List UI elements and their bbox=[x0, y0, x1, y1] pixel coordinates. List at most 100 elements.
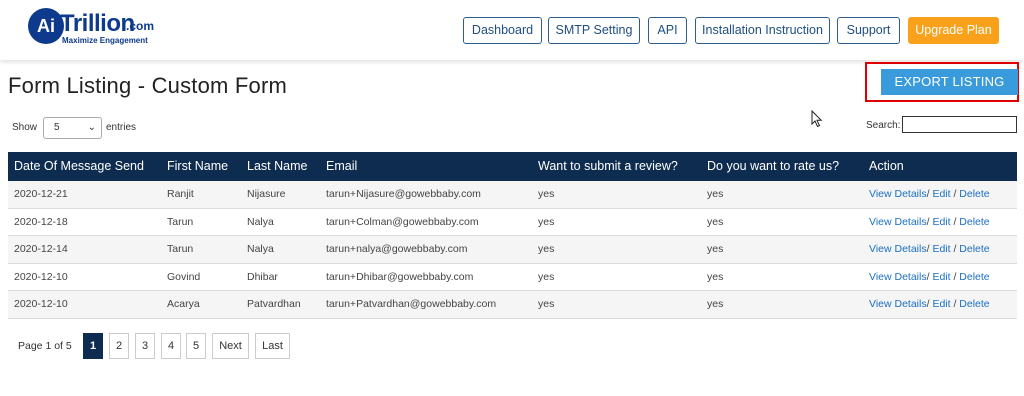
page-5-button[interactable]: 5 bbox=[186, 333, 206, 359]
column-header-date[interactable]: Date Of Message Send bbox=[14, 152, 144, 181]
cell-last-name: Nalya bbox=[247, 243, 274, 256]
cell-rate: yes bbox=[707, 298, 724, 311]
action-separator: / bbox=[926, 298, 930, 311]
table-header: Date Of Message Send First Name Last Nam… bbox=[8, 152, 1017, 181]
cell-rate: yes bbox=[707, 243, 724, 256]
view-details-link[interactable]: View Details bbox=[869, 243, 927, 255]
cell-date: 2020-12-18 bbox=[14, 215, 68, 228]
cell-email: tarun+Dhibar@gowebbaby.com bbox=[326, 270, 474, 283]
page-title: Form Listing - Custom Form bbox=[8, 73, 288, 98]
cell-review: yes bbox=[538, 243, 555, 256]
logo-ai-badge: Ai bbox=[28, 8, 64, 44]
cell-last-name: Nijasure bbox=[247, 188, 286, 200]
search-label: Search: bbox=[866, 120, 901, 131]
next-page-button[interactable]: Next bbox=[212, 333, 249, 359]
view-details-link[interactable]: View Details bbox=[869, 216, 927, 228]
table-body: 2020-12-21 Ranjit Nijasure tarun+Nijasur… bbox=[8, 181, 1017, 319]
logo-domain: .com bbox=[126, 19, 155, 33]
cell-rate: yes bbox=[707, 215, 724, 228]
cell-review: yes bbox=[538, 215, 555, 228]
edit-link[interactable]: Edit bbox=[932, 243, 950, 255]
cell-action: View Details/ Edit / Delete bbox=[869, 236, 990, 263]
cell-last-name: Patvardhan bbox=[247, 298, 301, 311]
action-separator: / bbox=[926, 243, 930, 256]
table-row: 2020-12-21 Ranjit Nijasure tarun+Nijasur… bbox=[8, 181, 1017, 209]
entries-label: entries bbox=[106, 122, 137, 133]
column-header-rate[interactable]: Do you want to rate us? bbox=[707, 152, 839, 181]
action-separator: / bbox=[926, 188, 930, 200]
chevron-down-icon: ⌄ bbox=[87, 122, 96, 133]
cell-first-name: Tarun bbox=[167, 243, 194, 256]
view-details-link[interactable]: View Details bbox=[869, 271, 927, 283]
cell-action: View Details/ Edit / Delete bbox=[869, 181, 990, 208]
cell-review: yes bbox=[538, 188, 555, 200]
table-row: 2020-12-14 Tarun Nalya tarun+nalya@goweb… bbox=[8, 236, 1017, 264]
cell-last-name: Dhibar bbox=[247, 270, 278, 283]
export-listing-button[interactable]: EXPORT LISTING bbox=[881, 69, 1018, 95]
cell-first-name: Acarya bbox=[167, 298, 200, 311]
entries-selected-value: 5 bbox=[54, 122, 60, 133]
cell-action: View Details/ Edit / Delete bbox=[869, 264, 990, 291]
table-row: 2020-12-10 Acarya Patvardhan tarun+Patva… bbox=[8, 291, 1017, 319]
column-header-email[interactable]: Email bbox=[326, 152, 357, 181]
cell-first-name: Govind bbox=[167, 270, 201, 283]
cell-email: tarun+Patvardhan@gowebbaby.com bbox=[326, 298, 497, 311]
cell-date: 2020-12-21 bbox=[14, 188, 68, 200]
cell-action: View Details/ Edit / Delete bbox=[869, 291, 990, 318]
table-row: 2020-12-18 Tarun Nalya tarun+Colman@gowe… bbox=[8, 208, 1017, 237]
logo-wordmark: Trillion bbox=[60, 10, 135, 37]
logo-tagline: Maximize Engagement bbox=[62, 36, 148, 45]
delete-link[interactable]: Delete bbox=[959, 216, 989, 228]
cell-email: tarun+Colman@gowebbaby.com bbox=[326, 215, 479, 228]
action-separator: / bbox=[926, 270, 930, 283]
page-3-button[interactable]: 3 bbox=[135, 333, 155, 359]
page-1-button[interactable]: 1 bbox=[83, 333, 103, 359]
action-separator: / bbox=[953, 215, 957, 228]
top-header: Ai Trillion .com Maximize Engagement Das… bbox=[0, 0, 1024, 60]
delete-link[interactable]: Delete bbox=[959, 271, 989, 283]
column-header-first-name[interactable]: First Name bbox=[167, 152, 228, 181]
cell-review: yes bbox=[538, 298, 555, 311]
edit-link[interactable]: Edit bbox=[932, 298, 950, 310]
column-header-last-name[interactable]: Last Name bbox=[247, 152, 307, 181]
page-2-button[interactable]: 2 bbox=[109, 333, 129, 359]
view-details-link[interactable]: View Details bbox=[869, 298, 927, 310]
cell-date: 2020-12-10 bbox=[14, 298, 68, 311]
action-separator: / bbox=[953, 188, 957, 200]
last-page-button[interactable]: Last bbox=[255, 333, 290, 359]
delete-link[interactable]: Delete bbox=[959, 298, 989, 310]
cell-date: 2020-12-14 bbox=[14, 243, 68, 256]
cell-rate: yes bbox=[707, 188, 724, 200]
nav-installation-instruction-button[interactable]: Installation Instruction bbox=[695, 17, 830, 44]
column-header-review[interactable]: Want to submit a review? bbox=[538, 152, 678, 181]
cell-first-name: Tarun bbox=[167, 215, 194, 228]
cell-email: tarun+Nijasure@gowebbaby.com bbox=[326, 188, 481, 200]
show-entries-label: Show bbox=[12, 122, 38, 133]
upgrade-plan-button[interactable]: Upgrade Plan bbox=[908, 17, 999, 44]
action-separator: / bbox=[953, 270, 957, 283]
mouse-pointer-icon bbox=[811, 110, 823, 128]
column-header-action: Action bbox=[869, 159, 904, 173]
cell-first-name: Ranjit bbox=[167, 188, 194, 200]
cell-date: 2020-12-10 bbox=[14, 270, 68, 283]
nav-dashboard-button[interactable]: Dashboard bbox=[463, 17, 542, 44]
view-details-link[interactable]: View Details bbox=[869, 188, 927, 200]
search-input[interactable] bbox=[902, 116, 1017, 133]
edit-link[interactable]: Edit bbox=[932, 271, 950, 283]
nav-api-button[interactable]: API bbox=[648, 17, 687, 44]
action-separator: / bbox=[953, 243, 957, 256]
nav-support-button[interactable]: Support bbox=[837, 17, 900, 44]
edit-link[interactable]: Edit bbox=[932, 216, 950, 228]
action-separator: / bbox=[953, 298, 957, 311]
delete-link[interactable]: Delete bbox=[959, 243, 989, 255]
aitrillion-logo[interactable]: Ai Trillion .com Maximize Engagement bbox=[28, 8, 168, 48]
entries-per-page-select[interactable]: 5 ⌄ bbox=[43, 117, 102, 139]
delete-link[interactable]: Delete bbox=[959, 188, 989, 200]
cell-review: yes bbox=[538, 270, 555, 283]
edit-link[interactable]: Edit bbox=[932, 188, 950, 200]
pagination-info: Page 1 of 5 bbox=[18, 340, 72, 352]
cell-last-name: Nalya bbox=[247, 215, 274, 228]
page-4-button[interactable]: 4 bbox=[161, 333, 181, 359]
nav-smtp-setting-button[interactable]: SMTP Setting bbox=[548, 17, 640, 44]
cell-action: View Details/ Edit / Delete bbox=[869, 209, 990, 236]
